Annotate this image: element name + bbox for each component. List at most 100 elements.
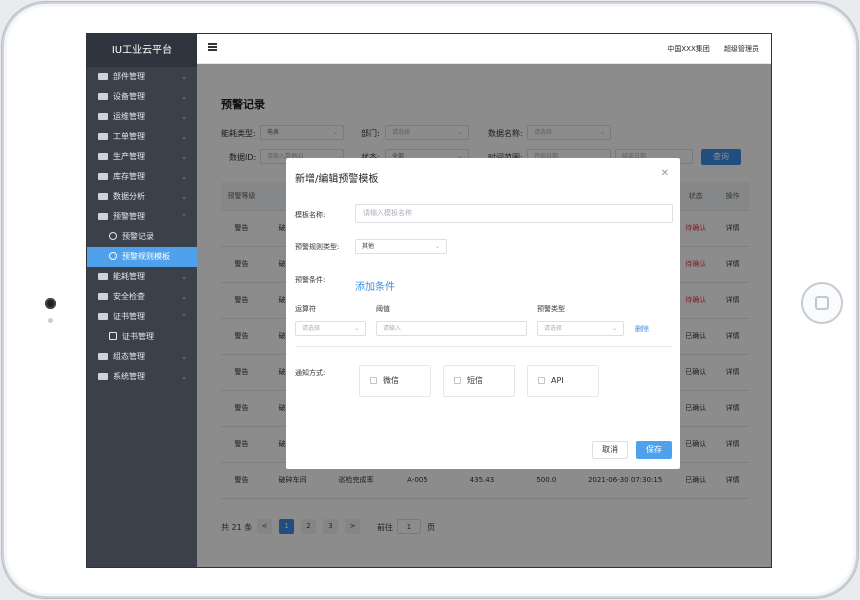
chevron-down-icon: ⌄ (181, 173, 187, 181)
notify-wechat-checkbox[interactable]: 微信 (359, 365, 431, 397)
chevron-up-icon: ⌃ (181, 313, 187, 321)
threshold-placeholder: 请输入 (383, 325, 402, 332)
chevron-up-icon: ⌃ (181, 213, 187, 221)
info-icon (109, 232, 117, 240)
chevron-down-icon: ⌄ (181, 73, 187, 81)
add-condition-link[interactable]: 添加条件 (355, 278, 395, 293)
sidebar-item-energy[interactable]: 能耗管理 ⌄ (87, 267, 197, 287)
sidebar-item-label: 运维管理 (113, 112, 145, 121)
sidebar-item-label: 设备管理 (113, 92, 145, 101)
operator-select[interactable]: 请选择 ⌄ (295, 321, 366, 336)
alert-icon (98, 213, 108, 220)
threshold-column-label: 阈值 (376, 305, 390, 313)
chevron-down-icon: ⌄ (181, 193, 187, 201)
certificate-icon (109, 332, 117, 340)
component-icon (98, 73, 108, 80)
template-name-label: 模板名称: (295, 211, 326, 219)
energy-icon (98, 273, 108, 280)
bar-chart-icon (98, 193, 108, 200)
template-modal: 新增/编辑预警模板 ✕ 模板名称: 请输入模板名称 预警规则类型: 其他 ⌄ 预警… (286, 158, 680, 469)
checkbox-icon (538, 377, 545, 384)
flag-icon (98, 153, 108, 160)
sidebar-subitem-label: 证书管理 (122, 332, 154, 341)
sidebar-item-workorders[interactable]: 工单管理 ⌄ (87, 127, 197, 147)
chevron-down-icon: ⌄ (611, 325, 617, 332)
rule-type-label: 预警规则类型: (295, 243, 340, 251)
sidebar-item-alerts[interactable]: 预警管理 ⌃ (87, 207, 197, 227)
clipboard-icon (98, 133, 108, 140)
sidebar-item-label: 库存管理 (113, 172, 145, 181)
sidebar-subitem-alert-records[interactable]: 预警记录 (87, 227, 197, 247)
user-role[interactable]: 超级管理员 (724, 45, 759, 53)
warehouse-icon (98, 173, 108, 180)
sidebar-item-analytics[interactable]: 数据分析 ⌄ (87, 187, 197, 207)
menu-toggle-icon[interactable] (208, 43, 217, 51)
sidebar-item-devices[interactable]: 设备管理 ⌄ (87, 87, 197, 107)
sidebar-item-label: 部件管理 (113, 72, 145, 81)
chevron-down-icon: ⌄ (181, 133, 187, 141)
chevron-down-icon: ⌄ (181, 353, 187, 361)
alert-type-placeholder: 请选择 (544, 325, 563, 332)
sidebar-item-configuration[interactable]: 组态管理 ⌄ (87, 347, 197, 367)
gear-icon (98, 373, 108, 380)
sidebar-item-label: 数据分析 (113, 192, 145, 201)
app-logo-title: IU工业云平台 (87, 34, 197, 67)
chevron-down-icon: ⌄ (181, 153, 187, 161)
sidebar-item-certificates[interactable]: 证书管理 ⌃ (87, 307, 197, 327)
cloud-icon (98, 353, 108, 360)
home-icon (815, 296, 829, 310)
sidebar-item-components[interactable]: 部件管理 ⌄ (87, 67, 197, 87)
sidebar-item-maintenance[interactable]: 运维管理 ⌄ (87, 107, 197, 127)
sensor-icon (48, 318, 53, 323)
sidebar-subitem-label: 预警记录 (122, 232, 154, 241)
checkbox-icon (454, 377, 461, 384)
sidebar-item-label: 组态管理 (113, 352, 145, 361)
template-name-input[interactable]: 请输入模板名称 (355, 204, 673, 223)
modal-divider (295, 346, 673, 347)
notify-option-label: 微信 (383, 376, 399, 385)
home-button[interactable] (801, 282, 843, 324)
company-name: 中国XXX集团 (667, 45, 710, 53)
sidebar-item-label: 预警管理 (113, 212, 145, 221)
shield-icon (98, 293, 108, 300)
rule-type-value: 其他 (362, 243, 375, 250)
close-icon[interactable]: ✕ (661, 168, 669, 179)
modal-title: 新增/编辑预警模板 (295, 174, 379, 185)
sidebar-subitem-label: 预警规则模板 (122, 252, 170, 261)
sidebar-item-inventory[interactable]: 库存管理 ⌄ (87, 167, 197, 187)
sidebar-item-label: 工单管理 (113, 132, 145, 141)
alert-type-column-label: 预警类型 (537, 305, 565, 313)
sidebar-subitem-certificate-manage[interactable]: 证书管理 (87, 327, 197, 347)
condition-label: 预警条件: (295, 276, 326, 284)
sidebar-item-system[interactable]: 系统管理 ⌄ (87, 367, 197, 387)
save-button[interactable]: 保存 (636, 441, 672, 459)
delete-condition-link[interactable]: 删除 (635, 324, 649, 334)
info-icon (109, 252, 117, 260)
sidebar-item-safety[interactable]: 安全检查 ⌄ (87, 287, 197, 307)
chevron-down-icon: ⌄ (181, 273, 187, 281)
topbar-user-area: 中国XXX集团 超级管理员 (655, 44, 759, 54)
alert-type-select[interactable]: 请选择 ⌄ (537, 321, 624, 336)
threshold-input[interactable]: 请输入 (376, 321, 527, 336)
notify-api-checkbox[interactable]: API (527, 365, 599, 397)
sidebar-item-production[interactable]: 生产管理 ⌄ (87, 147, 197, 167)
chevron-down-icon: ⌄ (181, 93, 187, 101)
operator-column-label: 运算符 (295, 305, 316, 313)
device-icon (98, 93, 108, 100)
maintenance-icon (98, 113, 108, 120)
notify-sms-checkbox[interactable]: 短信 (443, 365, 515, 397)
cancel-button[interactable]: 取消 (592, 441, 628, 459)
sidebar-item-label: 安全检查 (113, 292, 145, 301)
chevron-down-icon: ⌄ (434, 243, 440, 250)
sidebar-item-label: 系统管理 (113, 372, 145, 381)
sidebar-subitem-alert-templates[interactable]: 预警规则模板 (87, 247, 197, 267)
chevron-down-icon: ⌄ (181, 373, 187, 381)
notify-option-label: API (551, 376, 564, 385)
sidebar-item-label: 生产管理 (113, 152, 145, 161)
checkbox-icon (370, 377, 377, 384)
app-screen: IU工业云平台 部件管理 ⌄ 设备管理 ⌄ 运维管理 ⌄ 工单管理 ⌄ 生产管理 ⌄ 库存… (86, 33, 772, 568)
topbar: 中国XXX集团 超级管理员 (197, 34, 771, 64)
camera-icon (45, 298, 56, 309)
notify-option-label: 短信 (467, 376, 483, 385)
rule-type-select[interactable]: 其他 ⌄ (355, 239, 447, 254)
